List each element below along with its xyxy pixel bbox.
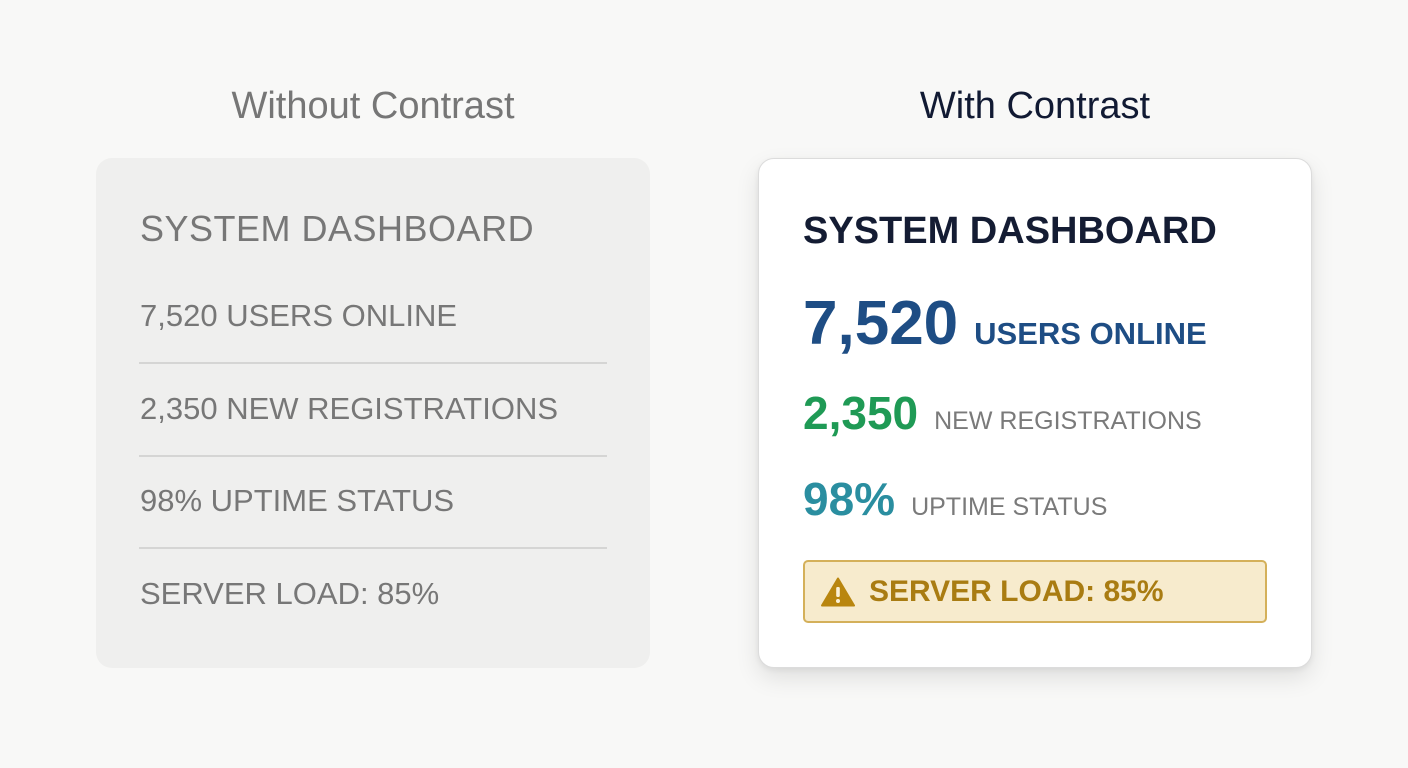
with-contrast-heading: With Contrast	[919, 85, 1151, 127]
dashboard-title: SYSTEM DASHBOARD	[803, 210, 1217, 252]
server-load-alert-text: SERVER LOAD: 85%	[869, 574, 1164, 608]
uptime-status-label: UPTIME STATUS	[911, 493, 1108, 521]
high-contrast-dashboard-card: SYSTEM DASHBOARD 7,520 USERS ONLINE 2,35…	[758, 158, 1312, 668]
users-online-metric: 7,520 USERS ONLINE	[803, 289, 1207, 359]
dashboard-title: SYSTEM DASHBOARD	[140, 208, 535, 249]
users-online-value: 7,520	[803, 289, 959, 358]
uptime-status-metric: 98% UPTIME STATUS	[803, 471, 1107, 527]
uptime-status-row: 98% UPTIME STATUS	[140, 483, 455, 518]
users-online-label: USERS ONLINE	[974, 316, 1207, 351]
without-contrast-heading: Without Contrast	[231, 85, 515, 127]
warning-icon	[821, 577, 855, 607]
uptime-status-value: 98%	[803, 473, 896, 525]
new-registrations-label: NEW REGISTRATIONS	[934, 407, 1202, 435]
new-registrations-value: 2,350	[803, 387, 919, 439]
new-registrations-metric: 2,350 NEW REGISTRATIONS	[803, 385, 1202, 441]
server-load-alert: SERVER LOAD: 85%	[803, 560, 1267, 623]
divider	[139, 455, 607, 457]
divider	[139, 547, 607, 549]
server-load-row: SERVER LOAD: 85%	[140, 576, 440, 611]
low-contrast-dashboard-card: SYSTEM DASHBOARD 7,520 USERS ONLINE 2,35…	[96, 158, 650, 668]
new-registrations-row: 2,350 NEW REGISTRATIONS	[140, 391, 559, 426]
divider	[139, 362, 607, 364]
users-online-row: 7,520 USERS ONLINE	[140, 298, 458, 333]
